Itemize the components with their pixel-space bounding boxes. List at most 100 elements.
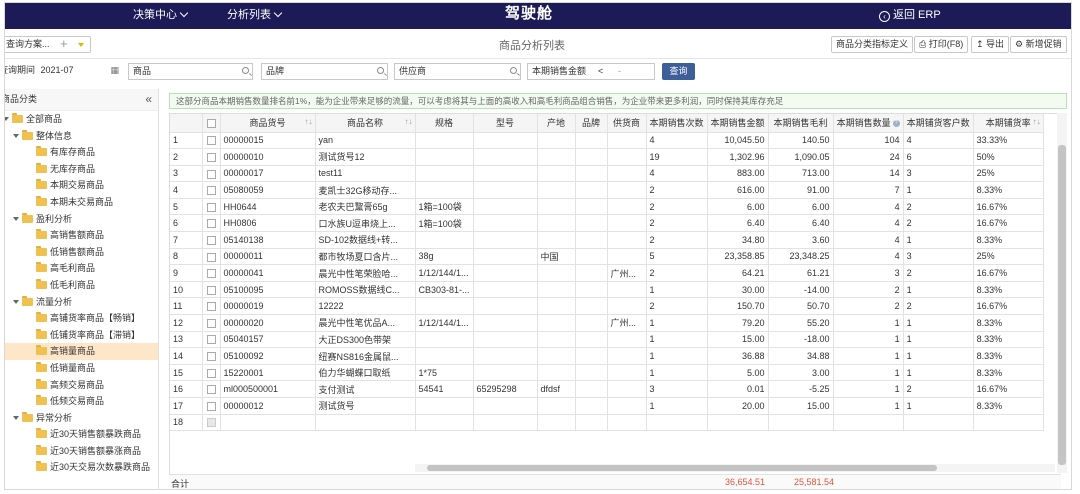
column-header[interactable]: 本期销售次数 [646,114,708,133]
table-row[interactable]: 8 00000011 都市牧场夏口含片... 38g 中国 5 23,358.85 23,34… [170,248,1044,266]
menu-analysis-list[interactable]: 分析列表 [227,3,283,29]
calendar-icon[interactable]: ▦ [110,63,119,78]
select-all-checkbox-cell[interactable] [202,114,221,133]
column-header[interactable]: 型号 [473,114,538,133]
metric-filter[interactable]: 本期销售金额 < - [527,63,655,80]
table-row[interactable]: 10 05100095 ROMOSS数据线C... CB303-81-... 1 30.0… [170,281,1044,299]
row-checkbox[interactable] [206,269,216,279]
row-checkbox-cell[interactable] [202,314,221,332]
print-button[interactable]: ⎙ 打印(F8) [914,36,969,53]
column-header[interactable]: 本期铺货客户数 [903,114,974,133]
table-row[interactable]: 13 05040157 大正DS300色带架 1 15.00 -18.00 1 1 8.33% [170,331,1044,349]
row-checkbox-cell[interactable] [202,364,221,382]
sort-icon[interactable]: ↑↓ [305,117,313,126]
caret-down-icon[interactable] [13,133,19,138]
column-header[interactable]: 商品名称 ↑↓ [315,114,416,133]
tree-item[interactable]: 本期未交易商品 [5,194,158,211]
row-checkbox-cell[interactable] [202,214,221,233]
row-checkbox[interactable] [206,302,216,312]
scroll-thumb[interactable] [1058,145,1066,465]
collapse-sidebar-icon[interactable]: « [145,89,152,109]
table-row[interactable]: 4 05080059 麦凯士32G移动存... 2 616.00 91.00 7 1 8.33% [170,181,1044,199]
column-header[interactable]: 供货商 [607,114,647,133]
table-row[interactable]: 9 00000041 晨光中性笔荣脸哈... 1/12/144/1... 广州... 2 6… [170,264,1044,282]
row-checkbox[interactable] [206,318,216,328]
tree-item[interactable]: 流量分析 [5,294,158,311]
column-header[interactable]: 规格 [415,114,474,133]
column-header[interactable]: 商品货号 ↑↓ [220,114,316,133]
period-field[interactable]: 查询期间 2021-07 ▦ [5,63,121,80]
table-row[interactable]: 16 ml000500001 支付测试 54541 65295298 dfdsf 3 0.01… [170,380,1044,398]
tree-item[interactable]: 低铺货率商品【滞销】 [5,327,158,344]
caret-down-icon[interactable] [13,299,19,304]
row-checkbox[interactable] [206,252,216,262]
operator-select[interactable]: < [598,64,603,79]
column-header[interactable]: 品牌 [575,114,608,133]
row-checkbox-cell[interactable] [202,397,221,415]
row-checkbox-cell[interactable] [202,231,221,249]
row-checkbox[interactable] [206,368,216,378]
row-checkbox-cell[interactable] [202,347,221,365]
tree-item[interactable]: 高销售额商品 [5,227,158,244]
tree-item[interactable]: 高频交易商品 [5,377,158,394]
table-row[interactable]: 11 00000019 12222 2 150.70 50.70 2 2 16.67% [170,297,1044,316]
row-checkbox[interactable] [206,418,216,428]
tree-item[interactable]: 整体信息 [5,128,158,145]
brand-input[interactable]: 品牌 [261,63,388,80]
caret-down-icon[interactable] [5,117,9,121]
row-checkbox-cell[interactable] [202,331,221,349]
table-row[interactable]: 7 05140138 SD-102数据线+转... 2 34.80 3.60 4 1 8.33% [170,231,1044,249]
caret-down-icon[interactable] [13,415,19,420]
row-checkbox[interactable] [206,285,216,295]
row-checkbox[interactable] [206,385,216,395]
table-row[interactable]: 1 00000015 yan 4 10,045.50 140.50 104 4 33.33% [170,132,1044,150]
tree-item[interactable]: 本期交易商品 [5,177,158,194]
tree-item[interactable]: 低毛利商品 [5,277,158,294]
column-header[interactable]: 产地 [537,114,576,133]
goods-input[interactable]: 商品 [128,63,253,80]
scroll-thumb[interactable] [427,465,937,471]
table-row[interactable]: 18 [170,414,1044,432]
row-checkbox[interactable] [206,136,216,146]
row-checkbox[interactable] [206,202,216,212]
table-row[interactable]: 12 00000020 晨光中性笔优品A... 1/12/144/1... 广州... 1… [170,314,1044,332]
tree-item[interactable]: 无库存商品 [5,161,158,178]
search-icon[interactable] [242,67,249,74]
row-checkbox-cell[interactable] [202,181,221,199]
tree-item[interactable]: 低销售额商品 [5,244,158,261]
add-icon[interactable]: + [60,37,68,51]
query-plan-select[interactable]: 查询方案... + [5,36,91,53]
tree-item[interactable]: 低销量商品 [5,360,158,377]
column-header[interactable]: 本期销售金额 [707,114,769,133]
search-button[interactable]: 查询 [662,63,695,80]
row-checkbox-cell[interactable] [202,414,221,432]
row-checkbox-cell[interactable] [202,165,221,183]
dropdown-caret-icon[interactable] [78,43,84,47]
supplier-input[interactable]: 供应商 [394,63,521,80]
table-row[interactable]: 5 HH0644 老农夫巴黧膏65g 1箱=100袋 2 6.00 6.00 4 2 16.67% [170,198,1044,216]
row-checkbox-cell[interactable] [202,380,221,398]
export-button[interactable]: ↥ 导出 [971,36,1010,53]
tree-item[interactable]: 高销量商品 [5,343,158,360]
row-checkbox-cell[interactable] [202,264,221,282]
row-checkbox[interactable] [206,152,216,162]
tree-item[interactable]: 高毛利商品 [5,260,158,277]
row-checkbox[interactable] [206,335,216,345]
row-checkbox[interactable] [206,235,216,245]
category-metric-define-button[interactable]: 商品分类指标定义 [831,36,914,53]
menu-decision-center[interactable]: 决策中心 [133,3,189,29]
row-checkbox[interactable] [206,186,216,196]
back-to-erp-link[interactable]: ‹ 返回 ERP [879,3,941,29]
column-header[interactable]: 本期铺货率 ↑↓ [973,114,1044,133]
new-promotion-button[interactable]: ⚙ 新增促销 [1010,36,1067,53]
tree-item[interactable]: 近30天销售额暴涨商品 [5,443,158,460]
table-row[interactable]: 17 00000012 测试货号 1 20.00 15.00 1 1 8.33% [170,397,1044,415]
horizontal-scrollbar[interactable] [415,464,1055,472]
row-checkbox-cell[interactable] [202,198,221,216]
vertical-scrollbar[interactable] [1057,113,1067,473]
row-checkbox-cell[interactable] [202,281,221,299]
caret-down-icon[interactable] [13,216,19,221]
row-checkbox-cell[interactable] [202,297,221,316]
tree-item[interactable]: 全部商品 [5,111,158,128]
table-row[interactable]: 3 00000017 test11 4 883.00 713.00 14 3 25% [170,165,1044,183]
